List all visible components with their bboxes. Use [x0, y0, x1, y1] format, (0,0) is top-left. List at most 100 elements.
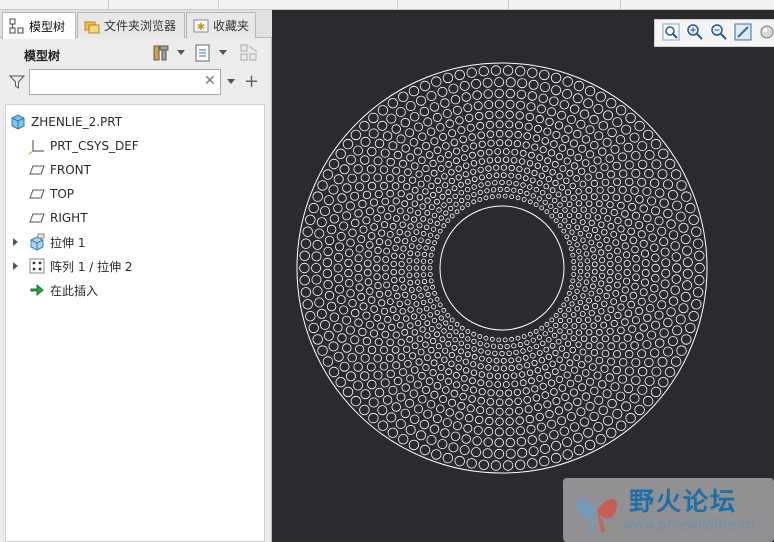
perforation-hole — [443, 320, 449, 326]
perforation-hole — [460, 374, 468, 382]
display-style-button[interactable] — [758, 23, 774, 43]
refit-icon — [662, 23, 680, 44]
perforation-hole — [418, 156, 426, 165]
tree-item-front[interactable]: FRONT — [28, 158, 91, 182]
perforation-hole — [517, 341, 523, 348]
perforation-hole — [649, 348, 660, 358]
tree-item-csys[interactable]: PRT_CSYS_DEF — [28, 134, 139, 158]
settings-dropdown-arrow[interactable] — [177, 50, 185, 55]
perforation-hole — [505, 448, 516, 459]
perforation-hole — [566, 328, 573, 335]
perforation-hole — [362, 190, 372, 200]
perforation-hole — [625, 112, 636, 124]
tree-item-top[interactable]: TOP — [28, 182, 74, 206]
columns-button[interactable] — [239, 44, 259, 64]
perforation-hole — [485, 110, 494, 120]
perforation-hole — [390, 260, 397, 268]
perforation-hole — [441, 356, 448, 363]
graphics-viewport[interactable] — [273, 10, 774, 542]
perforation-hole — [442, 109, 452, 119]
tab-folder-browser[interactable]: 文件夹浏览器 — [77, 12, 185, 38]
perforation-hole — [450, 431, 461, 442]
perforation-hole — [392, 284, 399, 292]
perforation-hole — [461, 144, 469, 152]
refit-button[interactable] — [661, 23, 680, 43]
zoom-out-button[interactable] — [709, 23, 728, 43]
perforation-hole — [617, 303, 625, 311]
tree-item-insert-here[interactable]: 在此插入 — [28, 278, 98, 302]
perforation-hole — [386, 230, 394, 238]
perforation-hole — [439, 336, 446, 343]
tree-root-item[interactable]: ZHENLIE_2.PRT — [9, 110, 122, 134]
perforation-hole — [550, 72, 562, 84]
perforation-hole — [459, 392, 468, 401]
perforation-hole — [408, 286, 415, 293]
expand-toggle[interactable] — [13, 238, 18, 246]
perforation-hole — [400, 408, 411, 419]
perforation-hole — [557, 307, 563, 313]
show-options-button[interactable] — [193, 44, 213, 64]
perforation-hole — [457, 126, 466, 135]
perforation-hole — [442, 142, 450, 150]
perforation-hole — [583, 427, 594, 438]
tree-item-right[interactable]: RIGHT — [28, 206, 88, 230]
perforation-hole — [549, 187, 556, 194]
tab-model-tree[interactable]: 模型树 — [2, 12, 76, 39]
perforation-hole — [561, 135, 570, 144]
perforation-hole — [575, 188, 582, 195]
perforation-hole — [590, 322, 597, 329]
perforation-hole — [422, 341, 429, 348]
tab-favorites[interactable]: ✱ 收藏夹 — [186, 12, 256, 38]
show-dropdown-arrow[interactable] — [219, 50, 227, 55]
perforation-hole — [655, 338, 665, 348]
perforation-hole — [629, 393, 640, 404]
perforation-hole — [333, 263, 343, 273]
tree-item-pattern-1[interactable]: 阵列 1 / 拉伸 2 — [28, 254, 133, 278]
perforation-hole — [441, 202, 447, 208]
filter-icon[interactable] — [8, 74, 26, 93]
perforation-hole — [448, 442, 459, 453]
perforation-hole — [411, 216, 418, 223]
perforation-hole — [496, 337, 502, 343]
perforation-hole — [632, 254, 640, 263]
perforation-hole — [533, 202, 539, 208]
perforation-hole — [478, 182, 484, 188]
perforation-hole — [576, 119, 586, 129]
perforation-hole — [379, 362, 389, 371]
settings-tools-button[interactable] — [151, 44, 171, 64]
repaint-button[interactable] — [734, 23, 753, 43]
perforation-hole — [464, 186, 471, 193]
perforation-hole — [464, 178, 471, 185]
perforation-hole — [373, 313, 382, 322]
zoom-in-button[interactable] — [685, 23, 704, 43]
perforation-hole — [415, 358, 423, 366]
perforation-hole — [521, 334, 527, 339]
perforation-hole — [373, 255, 381, 263]
butterfly-logo-icon — [569, 482, 625, 538]
perforation-hole — [583, 98, 594, 109]
perforation-hole — [675, 211, 686, 222]
perforation-hole — [601, 349, 610, 358]
perforation-hole — [563, 157, 571, 165]
perforation-hole — [561, 302, 567, 308]
perforation-hole — [635, 195, 644, 204]
perforation-hole — [423, 117, 433, 127]
perforation-hole — [413, 404, 423, 414]
perforation-hole — [404, 359, 412, 368]
perforation-hole — [311, 274, 322, 285]
perforation-hole — [422, 363, 430, 372]
perforation-hole — [495, 398, 504, 407]
perforation-hole — [533, 328, 539, 334]
perforation-hole — [484, 426, 494, 436]
perforation-hole — [431, 212, 438, 219]
clear-search-icon[interactable]: ✕ — [204, 73, 216, 89]
expand-toggle[interactable] — [13, 262, 18, 270]
perforation-hole — [388, 141, 398, 151]
add-icon[interactable]: + — [244, 71, 259, 92]
search-input[interactable] — [29, 69, 221, 95]
tree-item-extrude-1[interactable]: 拉伸 1 — [28, 230, 85, 254]
perforation-hole — [308, 202, 319, 214]
perforation-hole — [619, 294, 628, 303]
perforation-hole — [556, 173, 563, 180]
search-options-dropdown[interactable] — [227, 79, 235, 84]
